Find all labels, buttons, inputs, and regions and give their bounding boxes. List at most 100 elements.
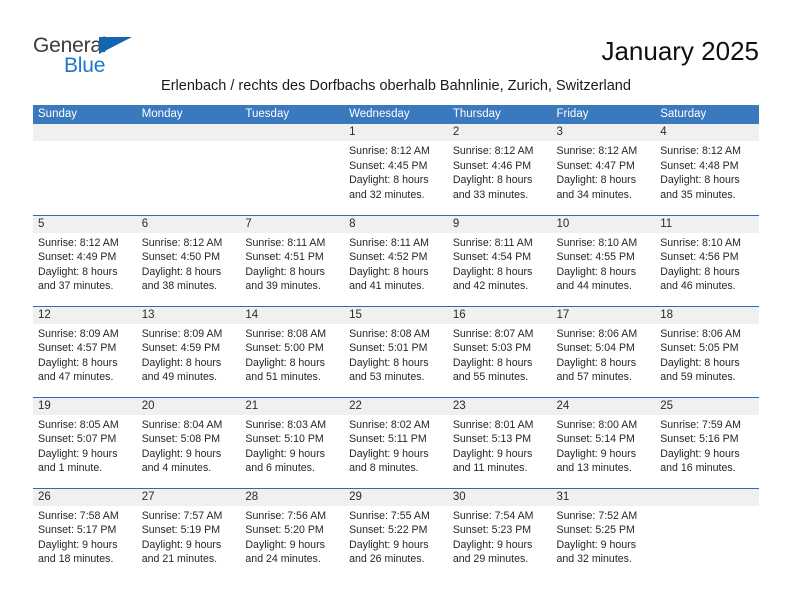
day-detail-lines: Sunrise: 8:09 AM Sunset: 4:59 PM Daylight:… <box>137 324 241 385</box>
calendar-day-cell[interactable]: 8 Sunrise: 8:11 AM Sunset: 4:52 PM Daylight… <box>344 214 448 306</box>
calendar-day-cell[interactable]: 5 Sunrise: 8:12 AM Sunset: 4:49 PM Daylight… <box>33 214 137 306</box>
calendar-day-cell[interactable]: 13 Sunrise: 8:09 AM Sunset: 4:59 PM Dayligh… <box>136 305 241 397</box>
day-detail-line: Sunrise: 8:11 AM <box>349 236 429 249</box>
day-number: 11 <box>655 215 759 233</box>
day-detail-lines: Sunrise: 8:04 AM Sunset: 5:08 PM Daylight:… <box>137 415 241 476</box>
day-detail-line: Daylight: 9 hours <box>349 538 429 551</box>
day-detail-line: Sunrise: 7:52 AM <box>556 509 638 522</box>
day-detail-lines: Sunrise: 8:11 AM Sunset: 4:52 PM Daylight:… <box>344 233 448 294</box>
day-cell-content: 11 Sunrise: 8:10 AM Sunset: 4:56 PM Dayligh… <box>655 215 759 306</box>
day-number: 25 <box>655 397 759 415</box>
day-detail-line: and 53 minutes. <box>349 371 425 384</box>
day-detail-lines: Sunrise: 8:06 AM Sunset: 5:05 PM Daylight:… <box>655 324 759 385</box>
day-detail-line: and 29 minutes. <box>452 553 529 566</box>
calendar-day-cell[interactable]: 6 Sunrise: 8:12 AM Sunset: 4:50 PM Daylight… <box>136 214 241 306</box>
calendar-day-cell[interactable]: 18 Sunrise: 8:06 AM Sunset: 5:05 PM Dayligh… <box>655 305 759 397</box>
day-detail-line: Sunrise: 8:12 AM <box>660 145 741 157</box>
calendar-day-cell[interactable] <box>136 124 241 215</box>
calendar-day-cell[interactable]: 11 Sunrise: 8:10 AM Sunset: 4:56 PM Dayligh… <box>655 214 759 306</box>
calendar-day-cell[interactable]: 25 Sunrise: 7:59 AM Sunset: 5:16 PM Dayligh… <box>655 396 759 488</box>
calendar-day-cell[interactable]: 31 Sunrise: 7:52 AM Sunset: 5:25 PM Dayligh… <box>551 487 656 580</box>
day-cell-empty <box>33 124 137 215</box>
calendar-day-cell[interactable]: 12 Sunrise: 8:09 AM Sunset: 4:57 PM Dayligh… <box>33 305 137 397</box>
day-cell-content: 5 Sunrise: 8:12 AM Sunset: 4:49 PM Daylight… <box>33 215 137 306</box>
day-detail-line: Sunrise: 8:01 AM <box>452 418 534 431</box>
calendar-page: General Blue January 2025 Erlenbach / re… <box>0 0 792 612</box>
calendar-day-cell[interactable]: 26 Sunrise: 7:58 AM Sunset: 5:17 PM Dayligh… <box>33 487 137 580</box>
day-detail-line: and 35 minutes. <box>660 188 736 201</box>
day-cell-content: 21 Sunrise: 8:03 AM Sunset: 5:10 PM Dayligh… <box>240 397 345 488</box>
calendar-day-cell[interactable]: 20 Sunrise: 8:04 AM Sunset: 5:08 PM Dayligh… <box>136 396 241 488</box>
calendar-day-cell[interactable]: 4 Sunrise: 8:12 AM Sunset: 4:48 PM Daylight… <box>655 124 759 215</box>
day-detail-line: Sunset: 4:49 PM <box>38 251 117 264</box>
day-detail-line: Daylight: 9 hours <box>556 538 637 551</box>
day-number: 16 <box>447 306 552 324</box>
day-detail-line: Sunrise: 8:08 AM <box>245 327 327 340</box>
calendar-day-cell[interactable]: 16 Sunrise: 8:07 AM Sunset: 5:03 PM Dayligh… <box>447 305 552 397</box>
calendar-day-cell[interactable]: 3 Sunrise: 8:12 AM Sunset: 4:47 PM Daylight… <box>551 124 656 215</box>
day-detail-line: Daylight: 8 hours <box>660 174 740 187</box>
day-detail-line: and 33 minutes. <box>452 188 529 201</box>
calendar-day-cell[interactable] <box>240 124 345 215</box>
day-detail-lines: Sunrise: 8:03 AM Sunset: 5:10 PM Daylight:… <box>240 415 344 476</box>
day-detail-line: Sunrise: 8:09 AM <box>38 327 119 340</box>
day-detail-line: and 24 minutes. <box>245 553 321 566</box>
calendar-day-cell[interactable]: 29 Sunrise: 7:55 AM Sunset: 5:22 PM Dayligh… <box>344 487 448 580</box>
day-detail-lines <box>655 506 759 509</box>
day-cell-content: 10 Sunrise: 8:10 AM Sunset: 4:55 PM Dayligh… <box>551 215 656 306</box>
day-detail-line: Sunrise: 7:57 AM <box>141 509 223 522</box>
calendar-day-cell[interactable]: 24 Sunrise: 8:00 AM Sunset: 5:14 PM Dayligh… <box>551 396 656 488</box>
day-detail-line: and 34 minutes. <box>556 188 632 201</box>
day-number: 4 <box>655 124 759 141</box>
logo-top-row: General <box>33 34 213 58</box>
day-detail-lines: Sunrise: 8:01 AM Sunset: 5:13 PM Daylight:… <box>448 415 552 476</box>
day-cell-content: 31 Sunrise: 7:52 AM Sunset: 5:25 PM Dayligh… <box>551 488 656 580</box>
day-detail-line: Sunrise: 7:59 AM <box>660 418 741 431</box>
day-cell-empty <box>240 124 345 215</box>
day-detail-line: Daylight: 8 hours <box>452 174 533 187</box>
day-cell-content: 26 Sunrise: 7:58 AM Sunset: 5:17 PM Dayligh… <box>33 488 137 580</box>
calendar-day-cell[interactable]: 2 Sunrise: 8:12 AM Sunset: 4:46 PM Daylight… <box>447 124 552 215</box>
calendar-week-row: 1 Sunrise: 8:12 AM Sunset: 4:45 PM Daylight… <box>33 124 759 215</box>
day-detail-line: Daylight: 9 hours <box>556 447 637 460</box>
day-detail-line: and 8 minutes. <box>349 462 419 475</box>
day-number: 19 <box>33 397 137 415</box>
day-detail-line: Sunset: 5:00 PM <box>245 342 324 355</box>
day-detail-line: and 26 minutes. <box>349 553 425 566</box>
logo-text-blue: Blue <box>64 54 106 77</box>
calendar-day-cell[interactable]: 30 Sunrise: 7:54 AM Sunset: 5:23 PM Dayligh… <box>447 487 552 579</box>
day-number: 7 <box>240 215 345 233</box>
calendar-day-cell[interactable]: 27 Sunrise: 7:57 AM Sunset: 5:19 PM Dayligh… <box>136 487 241 579</box>
day-detail-line: Sunset: 5:22 PM <box>349 524 428 537</box>
day-cell-content: 2 Sunrise: 8:12 AM Sunset: 4:46 PM Daylight… <box>447 124 552 215</box>
day-detail-line: and 55 minutes. <box>452 371 529 384</box>
calendar-day-cell[interactable]: 17 Sunrise: 8:06 AM Sunset: 5:04 PM Dayligh… <box>551 305 656 397</box>
calendar-week-row: 5 Sunrise: 8:12 AM Sunset: 4:49 PM Daylight… <box>33 214 759 306</box>
day-detail-lines: Sunrise: 8:05 AM Sunset: 5:07 PM Daylight:… <box>33 415 137 476</box>
calendar-day-cell[interactable]: 10 Sunrise: 8:10 AM Sunset: 4:55 PM Dayligh… <box>551 214 656 306</box>
day-detail-line: Daylight: 9 hours <box>349 447 429 460</box>
weekday-header-row: Sunday Monday Tuesday Wednesday Thursday… <box>33 105 759 124</box>
calendar-day-cell[interactable]: 14 Sunrise: 8:08 AM Sunset: 5:00 PM Dayligh… <box>240 305 345 397</box>
weekday-header-thursday: Thursday <box>447 105 552 124</box>
day-detail-lines: Sunrise: 7:56 AM Sunset: 5:20 PM Daylight:… <box>240 506 344 567</box>
calendar-day-cell[interactable]: 22 Sunrise: 8:02 AM Sunset: 5:11 PM Dayligh… <box>344 396 448 488</box>
calendar-day-cell[interactable]: 1 Sunrise: 8:12 AM Sunset: 4:45 PM Daylight… <box>344 124 448 215</box>
calendar-week-row: 26 Sunrise: 7:58 AM Sunset: 5:17 PM Dayligh… <box>33 487 759 580</box>
calendar-day-cell[interactable]: 28 Sunrise: 7:56 AM Sunset: 5:20 PM Dayligh… <box>240 487 345 579</box>
day-cell-content: 20 Sunrise: 8:04 AM Sunset: 5:08 PM Dayligh… <box>136 397 241 488</box>
day-detail-line: Sunrise: 7:58 AM <box>38 509 119 522</box>
calendar-day-cell[interactable]: 21 Sunrise: 8:03 AM Sunset: 5:10 PM Dayligh… <box>240 396 345 488</box>
day-detail-line: Daylight: 8 hours <box>349 174 429 187</box>
day-cell-content: 29 Sunrise: 7:55 AM Sunset: 5:22 PM Dayligh… <box>344 488 448 580</box>
calendar-day-cell[interactable]: 15 Sunrise: 8:08 AM Sunset: 5:01 PM Dayligh… <box>344 305 448 397</box>
calendar-day-cell[interactable]: 23 Sunrise: 8:01 AM Sunset: 5:13 PM Dayligh… <box>447 396 552 488</box>
calendar-day-cell[interactable] <box>655 487 759 579</box>
calendar-day-cell[interactable] <box>33 124 137 215</box>
calendar-day-cell[interactable]: 9 Sunrise: 8:11 AM Sunset: 4:54 PM Daylight… <box>447 214 552 306</box>
day-detail-line: and 38 minutes. <box>141 280 218 293</box>
day-detail-lines: Sunrise: 8:00 AM Sunset: 5:14 PM Daylight:… <box>552 415 656 476</box>
calendar-day-cell[interactable]: 7 Sunrise: 8:11 AM Sunset: 4:51 PM Daylight… <box>240 214 345 306</box>
calendar-day-cell[interactable]: 19 Sunrise: 8:05 AM Sunset: 5:07 PM Dayligh… <box>33 396 137 488</box>
day-detail-line: Sunset: 5:05 PM <box>660 342 739 355</box>
